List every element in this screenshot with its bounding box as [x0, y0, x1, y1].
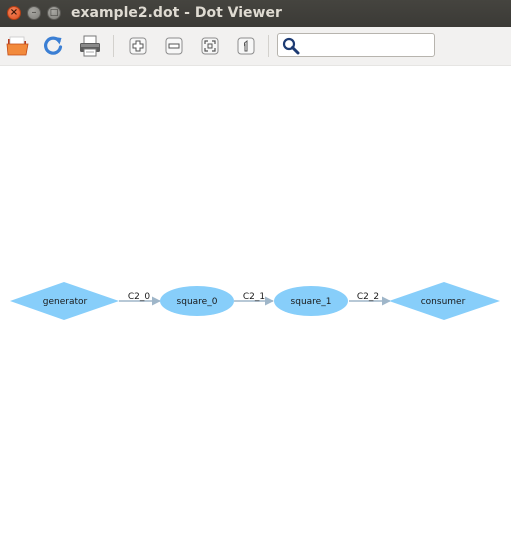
toolbar-separator [113, 35, 114, 57]
zoom-100-icon [237, 37, 255, 55]
open-folder-icon [6, 36, 29, 56]
maximize-window-button[interactable]: □ [47, 6, 61, 20]
print-button[interactable] [77, 33, 103, 59]
print-icon [80, 35, 100, 57]
toolbar [0, 27, 511, 66]
node-consumer[interactable]: consumer [389, 282, 500, 320]
minimize-window-button[interactable]: – [27, 6, 41, 20]
node-label: square_1 [291, 297, 332, 307]
search-input[interactable] [302, 36, 428, 54]
title-bar[interactable]: × – □ example2.dot - Dot Viewer [0, 0, 511, 28]
window-title: example2.dot - Dot Viewer [71, 5, 282, 21]
reload-icon [44, 36, 63, 55]
close-window-button[interactable]: × [7, 6, 21, 20]
edge-square1-consumer[interactable]: C2_2 [349, 292, 391, 306]
node-square-1[interactable]: square_1 [274, 286, 348, 316]
zoom-out-button[interactable] [161, 33, 187, 59]
reload-button[interactable] [40, 33, 66, 59]
edge-generator-square0[interactable]: C2_0 [119, 292, 161, 306]
zoom-out-icon [165, 37, 183, 55]
minimize-icon: – [31, 7, 37, 18]
zoom-100-button[interactable] [233, 33, 259, 59]
zoom-in-icon [129, 37, 147, 55]
graph-drawing: C2_0 C2_1 C2_2 generator square_0 square… [10, 282, 500, 320]
edge-label: C2_0 [128, 292, 151, 302]
zoom-fit-icon [201, 37, 219, 55]
zoom-fit-button[interactable] [197, 33, 223, 59]
graph-canvas[interactable]: C2_0 C2_1 C2_2 generator square_0 square… [0, 66, 511, 539]
toolbar-separator [268, 35, 269, 57]
node-label: consumer [421, 297, 466, 307]
edge-square0-square1[interactable]: C2_1 [234, 292, 274, 306]
node-label: generator [43, 297, 88, 307]
close-icon: × [9, 7, 19, 18]
open-button[interactable] [5, 33, 31, 59]
edge-label: C2_1 [243, 292, 265, 302]
dot-viewer-window: × – □ example2.dot - Dot Viewer C2_0 C2_… [0, 0, 511, 539]
zoom-in-button[interactable] [125, 33, 151, 59]
node-square-0[interactable]: square_0 [160, 286, 234, 316]
search-field[interactable] [277, 33, 435, 57]
maximize-icon: □ [49, 8, 59, 18]
node-label: square_0 [177, 297, 218, 307]
search-icon [282, 37, 300, 55]
edge-label: C2_2 [357, 292, 379, 302]
node-generator[interactable]: generator [10, 282, 119, 320]
